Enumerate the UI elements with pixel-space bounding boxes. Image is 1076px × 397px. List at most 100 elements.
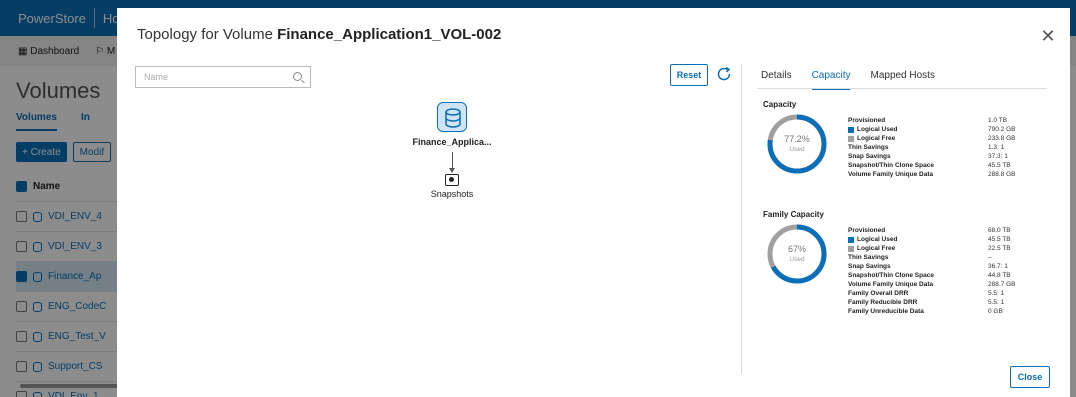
- metric-label-wrap: Logical Used: [848, 125, 988, 134]
- metric-label: Logical Free: [857, 245, 896, 252]
- metric-row: Logical Free 22.5 TB: [848, 244, 1048, 253]
- metric-row: Family Unreducible Data 0 GB: [848, 307, 1048, 316]
- search-icon: [293, 72, 302, 81]
- tab-details[interactable]: Details: [761, 70, 792, 90]
- metric-value: 45.5 TB: [988, 236, 1011, 243]
- tab-mapped-hosts[interactable]: Mapped Hosts: [870, 70, 934, 90]
- legend-swatch: [848, 236, 854, 243]
- metric-value: –: [988, 254, 992, 261]
- topology-dialog: Topology for Volume Finance_Application1…: [117, 8, 1070, 397]
- metric-label: Snap Savings: [848, 153, 891, 160]
- metric-label-wrap: Snap Savings: [848, 262, 988, 271]
- metric-label-wrap: Family Unreducible Data: [848, 307, 988, 316]
- metric-value: 5.5: 1: [988, 299, 1005, 306]
- metric-label-wrap: Provisioned: [848, 226, 988, 235]
- metric-row: Family Overall DRR 5.5: 1: [848, 289, 1048, 298]
- refresh-icon[interactable]: [715, 65, 733, 83]
- family-capacity-title: Family Capacity: [763, 210, 824, 219]
- metric-row: Thin Savings 1.3: 1: [848, 143, 1048, 152]
- volume-node-label: Finance_Applica...: [412, 137, 492, 147]
- tabs-underline: [757, 88, 1047, 89]
- metric-value: 1.0 TB: [988, 117, 1008, 124]
- metric-label-wrap: Logical Free: [848, 134, 988, 143]
- capacity-title: Capacity: [763, 100, 797, 109]
- metric-label-wrap: Volume Family Unique Data: [848, 280, 988, 289]
- details-tabs: Details Capacity Mapped Hosts: [761, 70, 955, 90]
- metric-row: Volume Family Unique Data 288.7 GB: [848, 280, 1048, 289]
- metric-label-wrap: Snapshot/Thin Clone Space: [848, 161, 988, 170]
- metric-label-wrap: Volume Family Unique Data: [848, 170, 988, 179]
- close-button[interactable]: Close: [1010, 366, 1050, 388]
- metric-label-wrap: Snapshot/Thin Clone Space: [848, 271, 988, 280]
- metric-value: 22.5 TB: [988, 245, 1011, 252]
- metric-value: 36.7: 1: [988, 263, 1008, 270]
- family-capacity-donut: 67% Used: [765, 222, 829, 286]
- capacity-used-label: Used: [789, 146, 805, 153]
- metric-row: Snap Savings 36.7: 1: [848, 262, 1048, 271]
- metric-value: 37.3: 1: [988, 153, 1008, 160]
- metric-label-wrap: Snap Savings: [848, 152, 988, 161]
- metric-label: Volume Family Unique Data: [848, 171, 934, 178]
- metric-value: 44.8 TB: [988, 272, 1011, 279]
- legend-swatch: [848, 135, 854, 142]
- metric-label-wrap: Thin Savings: [848, 253, 988, 262]
- metric-label-wrap: Family Reducible DRR: [848, 298, 988, 307]
- metric-row: Logical Used 45.5 TB: [848, 235, 1048, 244]
- metric-row: Snap Savings 37.3: 1: [848, 152, 1048, 161]
- search-field[interactable]: [135, 66, 311, 88]
- volume-node[interactable]: Finance_Applica...: [397, 102, 507, 147]
- family-capacity-percent: 67%: [787, 244, 806, 254]
- metric-label-wrap: Provisioned: [848, 116, 988, 125]
- metric-value: 1.3: 1: [988, 144, 1005, 151]
- capacity-percent: 77.2%: [784, 134, 810, 144]
- tab-capacity[interactable]: Capacity: [811, 70, 851, 90]
- metric-value: 790.2 GB: [988, 126, 1016, 133]
- metric-row: Logical Used 790.2 GB: [848, 125, 1048, 134]
- metric-value: 0 GB: [988, 308, 1003, 315]
- metric-label: Logical Used: [857, 126, 898, 133]
- capacity-donut: 77.2% Used: [765, 112, 829, 176]
- camera-icon[interactable]: [445, 174, 459, 186]
- metric-label: Snapshot/Thin Clone Space: [848, 162, 934, 169]
- panel-divider: [741, 64, 742, 374]
- dialog-title-prefix: Topology for Volume: [137, 26, 278, 43]
- metric-row: Logical Free 233.8 GB: [848, 134, 1048, 143]
- metric-label: Snap Savings: [848, 263, 891, 270]
- metric-value: 233.8 GB: [988, 135, 1016, 142]
- metric-value: 288.7 GB: [988, 281, 1016, 288]
- metric-label: Family Unreducible Data: [848, 308, 924, 315]
- dialog-title-volume: Finance_Application1_VOL-002: [277, 26, 502, 43]
- metric-row: Thin Savings –: [848, 253, 1048, 262]
- metric-value: 288.8 GB: [988, 171, 1016, 178]
- dialog-title: Topology for Volume Finance_Application1…: [137, 26, 501, 43]
- legend-swatch: [848, 126, 854, 133]
- reset-button[interactable]: Reset: [670, 64, 708, 86]
- metric-label: Family Reducible DRR: [848, 299, 918, 306]
- metric-row: Snapshot/Thin Clone Space 44.8 TB: [848, 271, 1048, 280]
- metric-label: Provisioned: [848, 117, 886, 124]
- metric-value: 5.5: 1: [988, 290, 1005, 297]
- metric-row: Snapshot/Thin Clone Space 45.5 TB: [848, 161, 1048, 170]
- metric-label: Volume Family Unique Data: [848, 281, 934, 288]
- metric-label-wrap: Thin Savings: [848, 143, 988, 152]
- metric-label: Thin Savings: [848, 144, 889, 151]
- metric-value: 68.0 TB: [988, 227, 1011, 234]
- metric-label: Snapshot/Thin Clone Space: [848, 272, 934, 279]
- metric-label-wrap: Logical Used: [848, 235, 988, 244]
- metric-row: Provisioned 68.0 TB: [848, 226, 1048, 235]
- search-input[interactable]: [136, 67, 286, 87]
- metric-row: Provisioned 1.0 TB: [848, 116, 1048, 125]
- arrow-down-icon: [449, 168, 455, 173]
- database-icon: [437, 102, 467, 132]
- metric-label: Family Overall DRR: [848, 290, 909, 297]
- close-icon[interactable]: ✕: [1040, 27, 1056, 45]
- metric-row: Family Reducible DRR 5.5: 1: [848, 298, 1048, 307]
- family-capacity-used-label: Used: [789, 256, 805, 263]
- snapshots-label: Snapshots: [430, 189, 474, 199]
- metric-label: Logical Used: [857, 236, 898, 243]
- metric-label: Provisioned: [848, 227, 886, 234]
- metric-value: 45.5 TB: [988, 162, 1011, 169]
- metric-label-wrap: Family Overall DRR: [848, 289, 988, 298]
- legend-swatch: [848, 245, 854, 252]
- metric-row: Volume Family Unique Data 288.8 GB: [848, 170, 1048, 179]
